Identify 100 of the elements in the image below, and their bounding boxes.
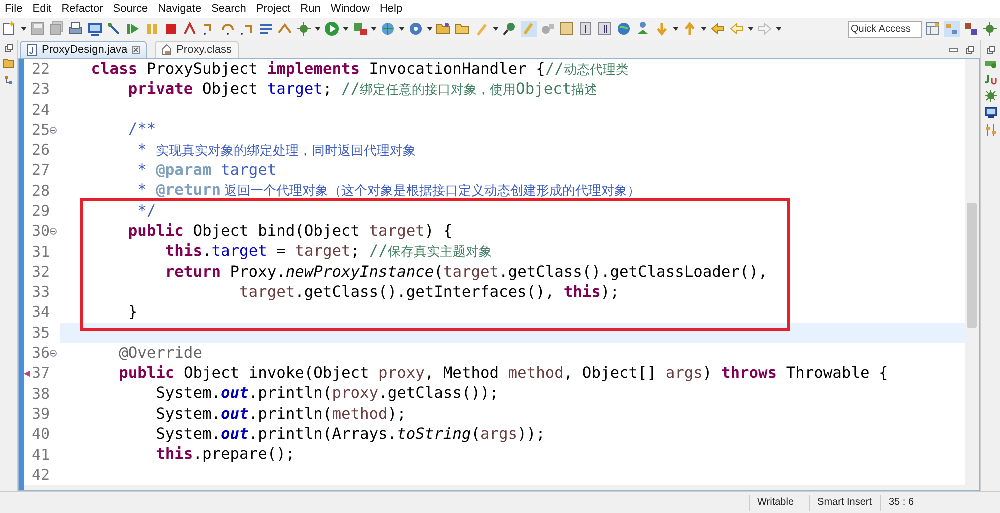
new-class-icon[interactable] [408, 21, 424, 37]
menu-item[interactable]: Refactor [56, 0, 108, 18]
restore-icon[interactable] [4, 44, 12, 52]
sliders-icon[interactable] [984, 124, 996, 136]
bug-icon[interactable] [982, 21, 998, 37]
code-line: } [127, 302, 138, 324]
search-icon[interactable] [502, 21, 518, 37]
line-number: 37 [30, 363, 50, 384]
line-number: 41 [30, 444, 50, 466]
open-folder-icon[interactable] [436, 21, 452, 37]
code-line: target.getClass().getInterfaces(), this); [238, 282, 620, 303]
dropdown-caret-icon[interactable] [748, 27, 754, 31]
fold-icon[interactable] [50, 350, 57, 357]
code-line: class ProxySubject implements InvocationHandler {//动态代理类 [90, 59, 629, 80]
line-number: 40 [30, 424, 50, 446]
dropdown-caret-icon[interactable] [399, 27, 405, 31]
line-number: 29 [30, 200, 50, 222]
menu-item[interactable]: File [0, 0, 28, 18]
list-icon[interactable] [258, 21, 274, 37]
line-number: 25 [30, 120, 50, 141]
dropdown-caret-icon[interactable] [343, 27, 349, 31]
code-line: * @return 返回一个代理对象（这个对象是根据接口定义动态创建形成的代理对象） [136, 180, 640, 202]
java-perspective-icon[interactable] [944, 21, 960, 37]
perspective-icon[interactable] [925, 21, 941, 37]
monitor-icon[interactable] [984, 107, 996, 119]
bug-icon[interactable] [296, 21, 312, 37]
menu-item[interactable]: Edit [28, 0, 57, 18]
java-file-icon [27, 44, 38, 56]
line-number: 22 [30, 59, 50, 80]
dropdown-caret-icon[interactable] [673, 27, 679, 31]
line-number: 36 [30, 343, 50, 364]
minimize-icon[interactable] [949, 48, 958, 52]
scrollbar-thumb[interactable] [967, 203, 977, 328]
code-line: this.prepare(); [155, 444, 296, 466]
stop-icon[interactable] [163, 21, 179, 37]
line-number: 31 [30, 242, 50, 263]
code-line: private Object target; //绑定任意的接口对象，使用Object描述 [127, 78, 598, 100]
folder-icon[interactable] [2, 58, 14, 69]
paragraph-icon[interactable] [597, 21, 613, 37]
run-icon[interactable] [324, 21, 340, 37]
dropdown-caret-icon[interactable] [427, 27, 433, 31]
status-field: Smart Insert [808, 494, 880, 510]
dropdown-caret-icon[interactable] [493, 27, 499, 31]
menu-item[interactable]: Source [108, 0, 154, 18]
fold-icon[interactable] [50, 126, 57, 134]
code-line: @Override [118, 342, 202, 364]
restore-icon[interactable] [986, 46, 994, 54]
debug-perspective-icon[interactable] [963, 21, 979, 37]
code-line: System.out.println(Arrays.toString(args)); [155, 424, 546, 445]
external-tools-icon[interactable] [352, 21, 368, 37]
code-line: System.out.println(method); [155, 404, 406, 425]
save-all-icon[interactable] [49, 21, 65, 37]
status-field: Writable [748, 494, 809, 510]
code-line: this.target = target; //保存真实主题对象 [164, 241, 492, 262]
vertical-scrollbar[interactable] [965, 59, 979, 490]
line-number: 30 [30, 221, 50, 242]
dropdown-caret-icon[interactable] [701, 27, 707, 31]
line-number: 35 [30, 322, 50, 344]
print-icon[interactable] [68, 21, 84, 37]
menu-item[interactable]: Navigate [153, 0, 207, 18]
menu-item[interactable]: Help [374, 0, 408, 18]
code-line: public Object bind(Object target) { [127, 220, 453, 242]
line-number: 33 [30, 282, 50, 304]
bug-icon[interactable] [984, 90, 996, 102]
line-number: 34 [30, 302, 50, 324]
code-line: * @param target [136, 160, 277, 182]
line-number: 39 [30, 404, 50, 425]
menu-item[interactable]: Run [296, 0, 326, 18]
dropdown-caret-icon[interactable] [21, 27, 27, 31]
line-number: 32 [30, 262, 50, 283]
line-number: 27 [30, 160, 50, 182]
restore-icon[interactable] [966, 46, 974, 54]
dropdown-caret-icon[interactable] [315, 27, 321, 31]
line-number: 38 [30, 384, 50, 405]
monitor-icon[interactable] [87, 21, 103, 37]
code-line: return Proxy.newProxyInstance(target.getClass().getClassLoader(), [164, 262, 768, 283]
step-over-icon[interactable] [220, 21, 236, 37]
code-line: /** [127, 119, 156, 140]
editor-tab[interactable]: Proxy.class [154, 41, 240, 58]
dropdown-caret-icon[interactable] [371, 27, 377, 31]
code-line: System.out.println(proxy.getClass()); [155, 383, 500, 404]
hierarchy-icon[interactable] [4, 75, 14, 86]
dropdown-caret-icon[interactable] [776, 27, 782, 31]
fold-icon[interactable] [50, 228, 57, 236]
resume-icon[interactable] [125, 21, 141, 37]
class-file-icon [162, 44, 173, 56]
test-runner-icon[interactable] [984, 74, 996, 85]
editor-tab[interactable]: ProxyDesign.java [20, 41, 147, 58]
menu-item[interactable]: Search [206, 0, 252, 18]
line-number: 28 [30, 180, 50, 202]
menu-item[interactable]: Window [326, 0, 375, 18]
column-icon[interactable] [578, 21, 594, 37]
line-number: 24 [30, 100, 50, 120]
close-icon[interactable] [132, 46, 140, 54]
line-number: 26 [30, 140, 50, 162]
quick-access-field[interactable]: Quick Access [848, 20, 922, 38]
server-icon[interactable] [984, 59, 996, 69]
menu-item[interactable]: Project [251, 0, 296, 18]
code-line: public Object invoke(Object proxy, Method method, Object[] args) throws Throwable { [118, 363, 888, 384]
status-field: 35 : 6 [880, 494, 940, 510]
